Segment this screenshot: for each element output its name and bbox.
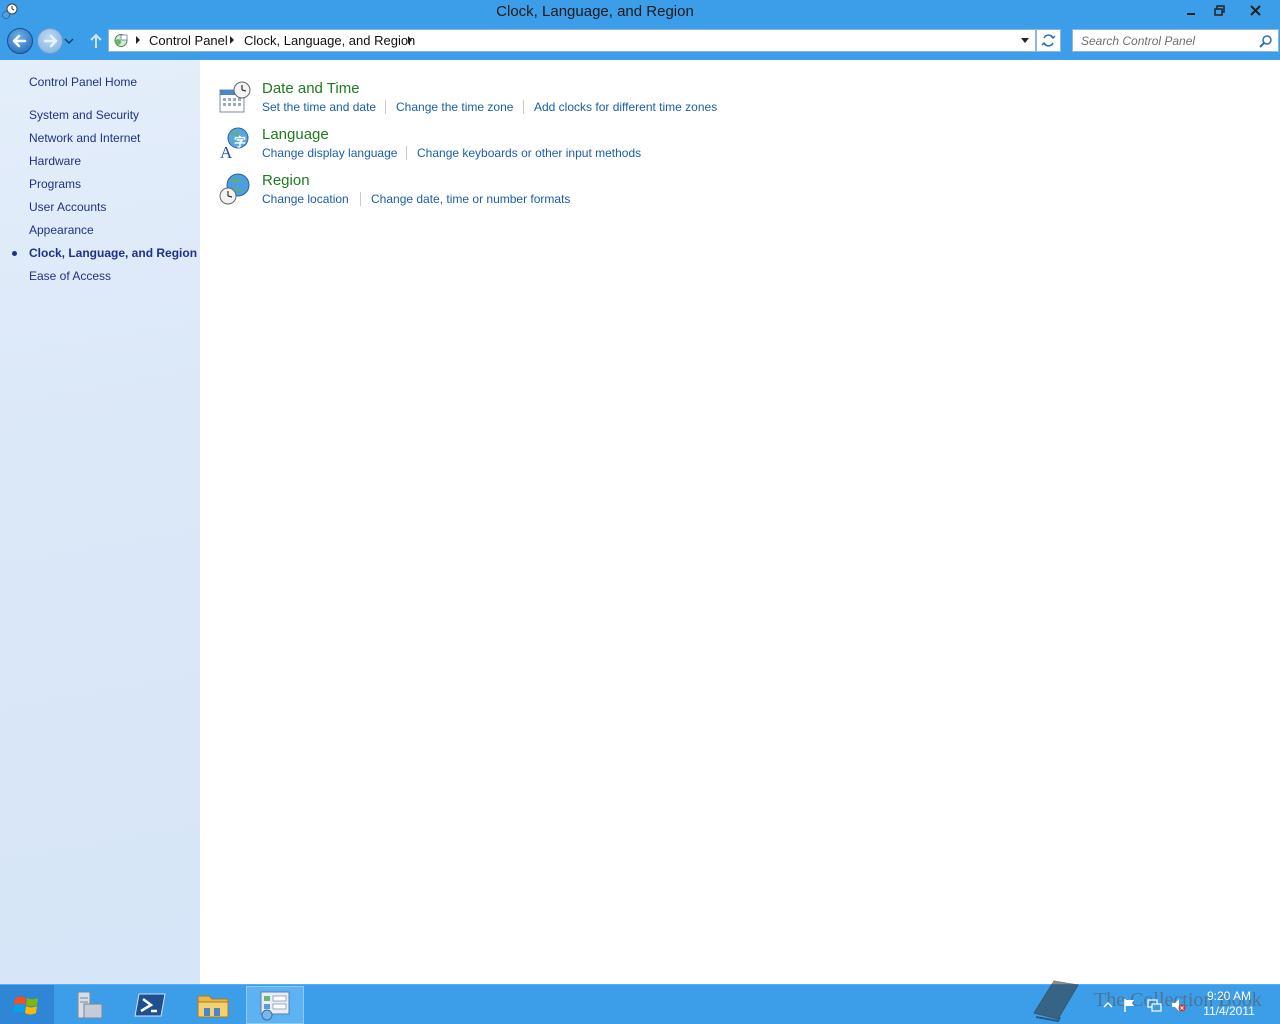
breadcrumb-separator-icon[interactable] — [230, 36, 234, 44]
breadcrumb-separator-icon[interactable] — [136, 36, 140, 44]
link-separator — [385, 100, 386, 114]
sidebar-item-ease-of-access[interactable]: Ease of Access — [29, 269, 111, 283]
forward-button[interactable] — [37, 28, 63, 54]
change-location-link[interactable]: Change location — [262, 192, 349, 206]
book-logo-icon — [1033, 980, 1079, 1023]
breadcrumb-clock-language-region[interactable]: Clock, Language, and Region — [244, 33, 415, 48]
powershell-icon — [134, 993, 166, 1017]
active-item-bullet — [12, 251, 17, 256]
taskbar-control-panel[interactable] — [246, 986, 304, 1024]
recent-locations-chevron-down-icon[interactable] — [64, 36, 74, 46]
refresh-button[interactable] — [1036, 29, 1061, 52]
sidebar-item-clock-language-region[interactable]: Clock, Language, and Region — [29, 246, 197, 260]
back-arrow-icon — [12, 34, 27, 48]
sidebar-item-network-and-internet[interactable]: Network and Internet — [29, 131, 140, 145]
windows-logo-icon — [13, 996, 38, 1015]
svg-text:字: 字 — [234, 134, 246, 149]
taskbar-clock[interactable]: 9:20 AM 11/4/2011 — [1198, 989, 1260, 1019]
add-clocks-link[interactable]: Add clocks for different time zones — [534, 100, 717, 114]
server-manager-icon — [77, 991, 103, 1019]
change-display-language-link[interactable]: Change display language — [262, 146, 397, 160]
title-bar: Clock, Language, and Region — [0, 0, 1280, 24]
close-button[interactable] — [1238, 0, 1272, 22]
sidebar-item-appearance[interactable]: Appearance — [29, 223, 94, 237]
volume-muted-icon[interactable] — [1170, 997, 1186, 1013]
breadcrumb-control-panel[interactable]: Control Panel — [149, 33, 228, 48]
taskbar-server-manager[interactable] — [60, 986, 118, 1024]
forward-arrow-icon — [43, 34, 58, 48]
control-panel-icon — [260, 991, 290, 1021]
address-bar[interactable]: Control Panel Clock, Language, and Regio… — [108, 29, 1036, 52]
link-separator — [406, 146, 407, 160]
language-title[interactable]: Language — [262, 126, 329, 143]
sidebar: Control Panel Home System and Security N… — [0, 60, 200, 984]
search-box[interactable] — [1072, 29, 1279, 52]
file-explorer-icon — [197, 995, 229, 1018]
main-content: Date and Time Set the time and date Chan… — [200, 60, 1280, 984]
sidebar-item-system-and-security[interactable]: System and Security — [29, 108, 139, 122]
taskbar: The Collection Book 9:20 AM 11/4/2011 — [0, 980, 1280, 1024]
clock-time: 9:20 AM — [1206, 989, 1252, 1003]
navigation-bar: Control Panel Clock, Language, and Regio… — [0, 24, 1280, 58]
control-panel-icon — [114, 34, 128, 47]
region-globe-clock-icon[interactable] — [218, 172, 252, 206]
language-globe-icon[interactable]: A 字 — [218, 126, 252, 160]
breadcrumb-separator-icon[interactable] — [408, 36, 412, 44]
link-separator — [523, 100, 524, 114]
svg-text:A: A — [220, 143, 233, 160]
restore-button[interactable] — [1204, 0, 1234, 22]
date-and-time-title[interactable]: Date and Time — [262, 80, 360, 97]
clock-date: 11/4/2011 — [1203, 1004, 1255, 1018]
network-icon[interactable] — [1146, 997, 1162, 1013]
back-button[interactable] — [7, 28, 33, 54]
start-button[interactable] — [0, 985, 54, 1024]
sidebar-item-hardware[interactable]: Hardware — [29, 154, 81, 168]
minimize-button[interactable] — [1176, 0, 1206, 22]
show-hidden-icons-chevron-up-icon[interactable] — [1100, 997, 1116, 1013]
link-separator — [360, 192, 361, 206]
address-dropdown-icon[interactable] — [1021, 38, 1029, 43]
search-input[interactable] — [1081, 33, 1256, 49]
change-formats-link[interactable]: Change date, time or number formats — [371, 192, 570, 206]
sidebar-item-programs[interactable]: Programs — [29, 177, 81, 191]
search-icon[interactable] — [1259, 34, 1273, 48]
change-keyboards-link[interactable]: Change keyboards or other input methods — [417, 146, 641, 160]
taskbar-file-explorer[interactable] — [184, 986, 242, 1024]
sidebar-item-user-accounts[interactable]: User Accounts — [29, 200, 106, 214]
change-time-zone-link[interactable]: Change the time zone — [396, 100, 513, 114]
up-arrow-icon[interactable] — [86, 31, 106, 51]
sidebar-item-control-panel-home[interactable]: Control Panel Home — [29, 75, 137, 89]
taskbar-powershell[interactable] — [122, 986, 180, 1024]
window-title: Clock, Language, and Region — [496, 3, 694, 20]
calendar-clock-icon[interactable] — [218, 80, 252, 114]
set-time-date-link[interactable]: Set the time and date — [262, 100, 376, 114]
region-title[interactable]: Region — [262, 172, 310, 189]
refresh-icon — [1041, 34, 1056, 47]
action-center-flag-icon[interactable] — [1122, 997, 1138, 1013]
